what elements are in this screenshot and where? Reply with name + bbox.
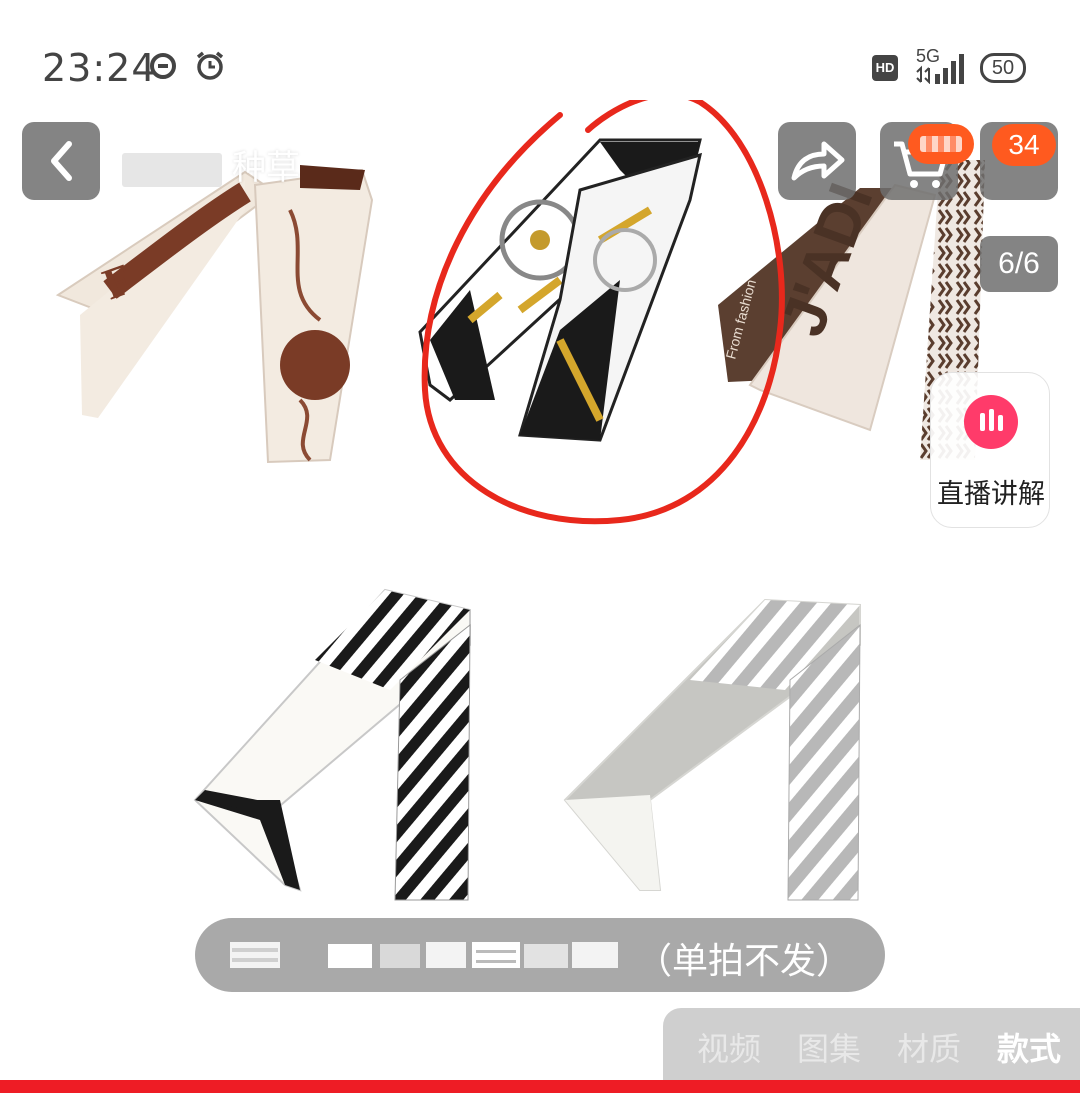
scarf-brown-cream: F <box>55 165 374 464</box>
signal-icon <box>916 54 964 84</box>
chevron-left-icon <box>51 141 72 181</box>
alarm-icon <box>196 51 224 80</box>
share-button[interactable] <box>778 122 856 200</box>
status-time: 23:24 <box>42 46 157 90</box>
live-bars-icon <box>964 395 1018 449</box>
share-arrow-icon <box>791 141 845 181</box>
hd-badge: HD <box>872 55 898 81</box>
page-title-suffix: 种草 <box>232 148 300 188</box>
redacted-cart-count <box>920 136 962 152</box>
page-indicator: 6/6 <box>980 236 1058 292</box>
back-button[interactable] <box>22 122 100 200</box>
scarf-nautical <box>418 138 703 442</box>
redacted-shop-name <box>122 152 222 187</box>
notification-badge: 34 <box>992 124 1056 166</box>
tab-video[interactable]: 视频 <box>697 1024 761 1070</box>
page-title: 种草 <box>122 140 300 189</box>
tab-gallery[interactable]: 图集 <box>797 1024 861 1070</box>
tab-material[interactable]: 材质 <box>897 1024 961 1070</box>
live-explain-label: 直播讲解 <box>937 479 1045 510</box>
product-image[interactable]: F From fashion J'ADI <box>0 100 1080 930</box>
scarf-black-stripe <box>193 588 471 901</box>
variant-caption-text: （单拍不发） <box>636 941 853 982</box>
bottom-accent-bar <box>0 1080 1080 1093</box>
battery-icon: 50 <box>980 53 1026 83</box>
tab-style[interactable]: 款式 <box>997 1024 1061 1070</box>
redacted-variant-name <box>230 942 618 968</box>
scarf-grey-stripe <box>563 598 861 901</box>
dnd-icon <box>150 53 176 79</box>
